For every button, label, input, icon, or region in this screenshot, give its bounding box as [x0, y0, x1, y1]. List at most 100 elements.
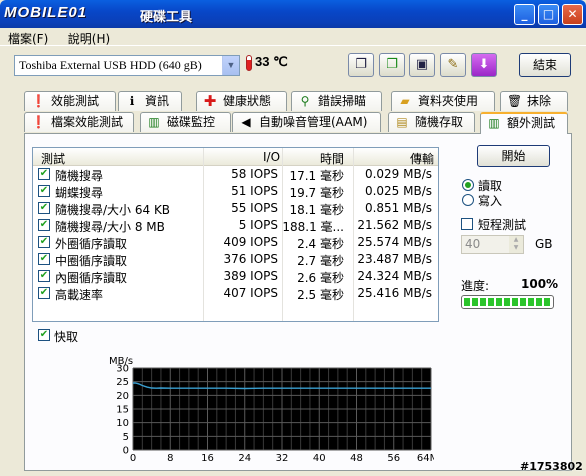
tab-extra-tests[interactable]: ▥ 額外測試	[480, 112, 568, 134]
window-title: 硬碟工具	[140, 10, 193, 25]
cell-test: 隨機搜尋/大小 8 MB	[55, 220, 165, 234]
read-radio[interactable]	[462, 179, 474, 191]
y-tick-label: 15	[116, 405, 129, 416]
col-test[interactable]: 測試	[41, 150, 65, 167]
short-test-label: 短程測試	[478, 218, 527, 232]
copy-text-button[interactable]: ❐	[379, 53, 405, 77]
toolbar: Toshiba External USB HDD (640 gB) ▼ 33 ℃…	[0, 47, 586, 87]
write-radio[interactable]	[462, 194, 474, 206]
cell-transfer: 0.029 MB/s	[364, 167, 432, 181]
row-checkbox[interactable]: ✔	[38, 270, 50, 282]
table-row[interactable]: ✔ 隨機搜尋 58 IOPS 17.1 毫秒 0.029 MB/s	[33, 166, 438, 183]
menu-help[interactable]: 說明(H)	[60, 28, 118, 49]
cell-time: 18.1 毫秒	[289, 203, 344, 217]
x-tick-label: 24	[238, 453, 251, 462]
tab-file-benchmark[interactable]: ❗ 檔案效能測試	[24, 112, 134, 132]
tab-health[interactable]: ✚ 健康狀態	[196, 91, 287, 111]
tab-benchmark[interactable]: ❗ 效能測試	[24, 91, 116, 111]
tab-info[interactable]: ℹ 資訊	[118, 91, 182, 111]
cell-transfer: 23.487 MB/s	[357, 252, 432, 266]
tab-label: 自動噪音管理(AAM)	[259, 115, 368, 129]
maximize-button[interactable]: □	[538, 4, 559, 25]
extra-tests-panel: 測試 I/O 時間 傳輸 ✔ 隨機搜尋 58 IOPS 17.1 毫秒 0.029 MB…	[24, 133, 572, 471]
row-checkbox[interactable]: ✔	[38, 168, 50, 180]
progress-label: 進度:	[461, 279, 490, 293]
drive-select[interactable]: Toshiba External USB HDD (640 gB) ▼	[14, 55, 240, 76]
table-row[interactable]: ✔ 蝴蝶搜尋 51 IOPS 19.7 毫秒 0.025 MB/s	[33, 183, 438, 200]
tab-label: 錯誤掃瞄	[318, 94, 367, 108]
minimize-button[interactable]: _	[514, 4, 535, 25]
cell-transfer: 24.324 MB/s	[357, 269, 432, 283]
tab-label: 效能測試	[51, 94, 100, 108]
row-checkbox[interactable]: ✔	[38, 185, 50, 197]
cell-io: 5 IOPS	[238, 218, 278, 232]
tab-label: 隨機存取	[415, 115, 464, 129]
y-tick-label: 5	[123, 432, 129, 443]
title-bar: MOBILE01 硬碟工具 _ □ ✕	[0, 0, 586, 28]
row-checkbox[interactable]: ✔	[38, 287, 50, 299]
cell-io: 55 IOPS	[231, 201, 278, 215]
exit-button[interactable]: 結束	[519, 53, 571, 77]
x-tick-label: 40	[313, 453, 326, 462]
x-tick-label: 0	[130, 453, 136, 462]
info-black-icon: ℹ	[129, 94, 135, 108]
row-checkbox[interactable]: ✔	[38, 202, 50, 214]
download-button[interactable]: ⬇	[471, 53, 497, 77]
tab-label: 抹除	[527, 94, 552, 108]
tab-label: 資訊	[145, 94, 170, 108]
fast-checkbox[interactable]: ✔	[38, 329, 50, 341]
cell-transfer: 0.851 MB/s	[364, 201, 432, 215]
file-info-icon: ❗	[31, 115, 46, 129]
stepper-arrows-icon[interactable]: ▲ ▼	[509, 236, 523, 253]
close-button[interactable]: ✕	[562, 4, 583, 25]
tab-aam[interactable]: ◀ 自動噪音管理(AAM)	[232, 112, 381, 132]
table-row[interactable]: ✔ 外圈循序讀取 409 IOPS 2.4 毫秒 25.574 MB/s	[33, 234, 438, 251]
cell-test: 隨機搜尋/大小 64 KB	[55, 203, 171, 217]
table-header: 測試 I/O 時間 傳輸	[33, 148, 438, 166]
x-tick-label: 64MB	[417, 453, 434, 462]
download-arrow-icon: ⬇	[478, 57, 490, 72]
save-icon: ▣	[415, 57, 429, 72]
tab-label: 額外測試	[507, 116, 556, 130]
col-transfer[interactable]: 傳輸	[410, 150, 434, 167]
y-tick-label: 0	[123, 446, 129, 457]
options-button[interactable]: ✎	[440, 53, 466, 77]
size-stepper[interactable]: 40 ▲ ▼	[461, 235, 524, 254]
table-row[interactable]: ✔ 中圈循序讀取 376 IOPS 2.7 毫秒 23.487 MB/s	[33, 251, 438, 268]
table-row[interactable]: ✔ 隨機搜尋/大小 8 MB 5 IOPS 188.1 毫... 21.562 MB/s	[33, 217, 438, 234]
y-tick-label: 20	[116, 391, 129, 402]
cell-time: 17.1 毫秒	[289, 169, 344, 183]
col-time[interactable]: 時間	[320, 150, 344, 167]
wrench-icon: ✎	[447, 57, 459, 72]
tab-error-scan[interactable]: ⚲ 錯誤掃瞄	[291, 91, 382, 111]
magnifier-icon: ⚲	[300, 94, 310, 108]
progress-bar	[461, 295, 554, 309]
table-row[interactable]: ✔ 隨機搜尋/大小 64 KB 55 IOPS 18.1 毫秒 0.851 MB/s	[33, 200, 438, 217]
cell-io: 51 IOPS	[231, 184, 278, 198]
chevron-down-icon[interactable]: ▼	[222, 56, 239, 75]
table-row[interactable]: ✔ 內圈循序讀取 389 IOPS 2.6 毫秒 24.324 MB/s	[33, 268, 438, 285]
menu-file[interactable]: 檔案(F)	[0, 28, 56, 49]
cell-io: 58 IOPS	[231, 167, 278, 181]
size-value: 40	[465, 237, 481, 251]
tab-erase[interactable]: 🗑 抹除	[500, 91, 568, 111]
short-test-checkbox[interactable]	[461, 218, 473, 230]
tab-label: 健康狀態	[223, 94, 272, 108]
results-table: 測試 I/O 時間 傳輸 ✔ 隨機搜尋 58 IOPS 17.1 毫秒 0.029 MB…	[32, 147, 439, 322]
drive-select-value: Toshiba External USB HDD (640 gB)	[19, 58, 202, 72]
tab-folder-usage[interactable]: ▰ 資料夾使用	[391, 91, 495, 111]
copy-button[interactable]: ❐	[348, 53, 374, 77]
table-row[interactable]: ✔ 高載速率 407 IOPS 2.5 毫秒 25.416 MB/s	[33, 285, 438, 302]
col-io[interactable]: I/O	[263, 150, 280, 164]
row-checkbox[interactable]: ✔	[38, 253, 50, 265]
random-icon: ▤	[396, 115, 408, 129]
row-checkbox[interactable]: ✔	[38, 236, 50, 248]
start-button[interactable]: 開始	[477, 145, 550, 167]
save-button[interactable]: ▣	[409, 53, 435, 77]
tab-disk-monitor[interactable]: ▥ 磁碟監控	[140, 112, 231, 132]
row-checkbox[interactable]: ✔	[38, 219, 50, 231]
cell-time: 2.7 毫秒	[297, 254, 344, 268]
y-axis-label: MB/s	[109, 356, 133, 367]
tab-random-access[interactable]: ▤ 隨機存取	[388, 112, 475, 132]
cell-io: 389 IOPS	[223, 269, 278, 283]
